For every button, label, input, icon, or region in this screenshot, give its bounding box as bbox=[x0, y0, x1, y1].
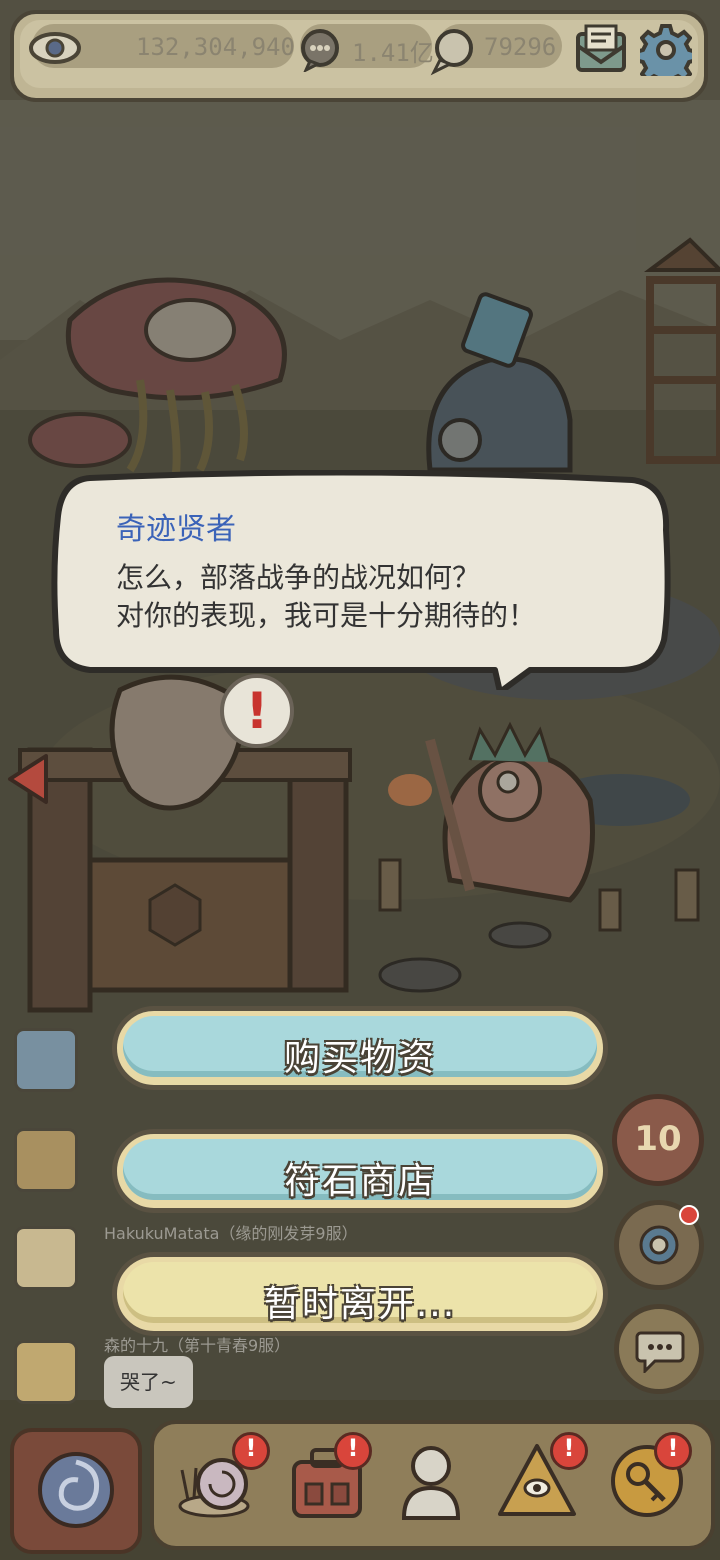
back-arrow-icon[interactable] bbox=[6, 752, 50, 806]
dialog-line-2: 对你的表现，我可是十分期待的！ bbox=[116, 599, 537, 632]
chat-message-3: 哭了~ bbox=[120, 1370, 177, 1394]
leave-button[interactable]: 暂时离开... bbox=[112, 1252, 608, 1336]
snail-badge-mark: ! bbox=[245, 1434, 257, 1462]
target-icon bbox=[639, 1225, 679, 1265]
alert-mark: ! bbox=[245, 682, 269, 740]
chat-avatar-1[interactable] bbox=[14, 1028, 78, 1092]
chat-message-bubble: 哭了~ bbox=[104, 1356, 193, 1408]
pyramid-badge: ! bbox=[550, 1432, 588, 1470]
chat-avatar-4[interactable] bbox=[14, 1340, 78, 1404]
key-badge: ! bbox=[654, 1432, 692, 1470]
portal-button[interactable] bbox=[10, 1428, 142, 1554]
counter-value: 10 bbox=[634, 1119, 682, 1159]
buy-supplies-label: 购买物资 bbox=[283, 1038, 436, 1079]
mail-icon[interactable] bbox=[574, 24, 628, 76]
pyramid-badge-mark: ! bbox=[563, 1434, 575, 1462]
chat-icon bbox=[635, 1331, 685, 1373]
chat-name-2: HakukuMatata（缘的刚发芽9服） bbox=[104, 1224, 358, 1243]
backpack-badge: ! bbox=[334, 1432, 372, 1470]
speaker-name: 奇迹贤者 bbox=[116, 512, 236, 547]
snail-badge: ! bbox=[232, 1432, 270, 1470]
chat-widget[interactable] bbox=[614, 1304, 704, 1394]
rune-shop-label: 符石商店 bbox=[283, 1161, 436, 1202]
target-widget[interactable] bbox=[614, 1200, 704, 1290]
chat-avatar-2[interactable] bbox=[14, 1128, 78, 1192]
leave-label: 暂时离开... bbox=[263, 1284, 457, 1325]
portal-icon bbox=[38, 1452, 114, 1528]
rune-shop-button[interactable]: 符石商店 bbox=[112, 1129, 608, 1213]
backpack-badge-mark: ! bbox=[347, 1434, 359, 1462]
buy-supplies-button[interactable]: 购买物资 bbox=[112, 1006, 608, 1090]
currency-1-value: 1.41亿 bbox=[352, 39, 434, 67]
notification-dot bbox=[679, 1205, 699, 1225]
chat-bubble-icon bbox=[430, 29, 473, 76]
alert-marker: ! bbox=[220, 674, 294, 748]
eye-icon bbox=[29, 32, 81, 64]
key-badge-mark: ! bbox=[667, 1434, 679, 1462]
eye-count: 132,304,940 bbox=[136, 33, 295, 61]
message-bubble-icon bbox=[301, 29, 339, 72]
counter-widget[interactable]: 10 bbox=[612, 1094, 704, 1186]
currency-2-value: 79296 bbox=[484, 33, 557, 61]
statue-icon[interactable] bbox=[390, 1440, 472, 1522]
dialog-line-1: 怎么，部落战争的战况如何？ bbox=[116, 561, 481, 594]
chat-avatar-3[interactable] bbox=[14, 1226, 78, 1290]
gear-icon[interactable] bbox=[640, 24, 692, 76]
